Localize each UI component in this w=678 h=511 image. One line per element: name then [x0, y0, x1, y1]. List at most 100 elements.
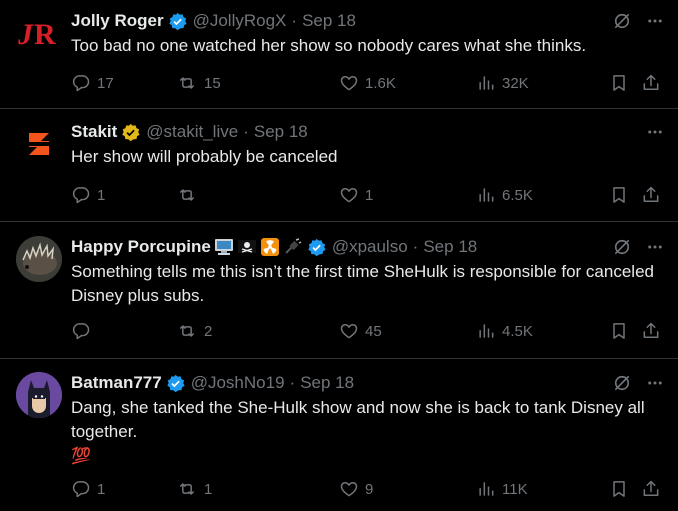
- display-name[interactable]: Happy Porcupine: [71, 237, 211, 257]
- views-icon: [479, 188, 494, 202]
- bookmark-button[interactable]: [609, 71, 629, 95]
- views-button[interactable]: 4.5K: [476, 319, 533, 343]
- heart-icon: [340, 188, 358, 203]
- bookmark-icon: [613, 323, 625, 339]
- handle[interactable]: @xpaulso: [332, 237, 408, 257]
- view-count: 6.5K: [502, 186, 533, 204]
- svg-text:R: R: [34, 18, 56, 51]
- share-button[interactable]: [641, 183, 661, 207]
- bookmark-button[interactable]: [609, 477, 629, 501]
- views-icon: [479, 76, 494, 90]
- batman-avatar-icon: [16, 372, 62, 418]
- verified-badge-icon: [307, 238, 326, 257]
- reply-icon: [72, 187, 90, 204]
- tweet-header: Batman777 @JoshNo19 · Sep 18: [71, 372, 354, 394]
- handle[interactable]: @JollyRogX: [193, 11, 287, 31]
- top-actions: [612, 372, 664, 394]
- grok-icon[interactable]: [612, 373, 632, 393]
- share-button[interactable]: [641, 477, 661, 501]
- avatar[interactable]: [16, 236, 62, 282]
- repost-count: 15: [204, 74, 221, 92]
- porcupine-avatar-icon: [16, 236, 62, 282]
- like-button[interactable]: 9: [339, 477, 373, 501]
- grok-icon[interactable]: [612, 11, 632, 31]
- timestamp[interactable]: Sep 18: [302, 11, 356, 31]
- more-icon[interactable]: [646, 374, 664, 392]
- verified-badge-icon: [166, 374, 185, 393]
- svg-text:J: J: [17, 18, 34, 51]
- reply-button[interactable]: [71, 319, 97, 343]
- timestamp[interactable]: Sep 18: [254, 122, 308, 142]
- separator-dot: ·: [289, 373, 296, 392]
- avatar[interactable]: [16, 121, 62, 167]
- action-bar: 2 45 4.5K: [71, 319, 664, 343]
- avatar[interactable]: [16, 372, 62, 418]
- more-icon[interactable]: [646, 12, 664, 30]
- pirate-flag-emoji-icon: [237, 238, 257, 256]
- top-actions: [612, 10, 664, 32]
- tweet[interactable]: J R Jolly Roger @JollyRogX · Sep 18 Too …: [0, 0, 678, 109]
- like-button[interactable]: 1: [339, 183, 373, 207]
- heart-icon: [340, 324, 358, 339]
- timestamp[interactable]: Sep 18: [300, 373, 354, 393]
- display-name[interactable]: Jolly Roger: [71, 11, 164, 31]
- grok-icon[interactable]: [612, 237, 632, 257]
- repost-button[interactable]: 15: [176, 71, 221, 95]
- bookmark-button[interactable]: [609, 183, 629, 207]
- tweet-text: Dang, she tanked the She-Hulk show and n…: [71, 398, 645, 441]
- display-name[interactable]: Stakit: [71, 122, 117, 142]
- reply-count: 17: [97, 74, 114, 92]
- repost-button[interactable]: [176, 183, 204, 207]
- jr-logo-icon: J R: [17, 18, 56, 51]
- more-icon[interactable]: [646, 123, 664, 141]
- tweet[interactable]: Stakit @stakit_live · Sep 18 Her show wi…: [0, 109, 678, 222]
- views-button[interactable]: 32K: [476, 71, 529, 95]
- repost-icon: [180, 189, 194, 201]
- share-icon: [643, 480, 659, 496]
- handle[interactable]: @JoshNo19: [191, 373, 285, 393]
- reply-icon: [72, 323, 90, 340]
- reply-button[interactable]: 17: [71, 71, 114, 95]
- tweet[interactable]: Happy Porcupine @xpaulso · Sep 18 Someth…: [0, 222, 678, 359]
- repost-button[interactable]: 2: [176, 319, 212, 343]
- action-bar: 1 1 6.5K: [71, 183, 664, 207]
- radioactive-emoji-icon: [260, 238, 280, 256]
- like-button[interactable]: 45: [339, 319, 382, 343]
- bookmark-button[interactable]: [609, 319, 629, 343]
- timestamp[interactable]: Sep 18: [423, 237, 477, 257]
- tweet[interactable]: Batman777 @JoshNo19 · Sep 18 Dang, she t…: [0, 359, 678, 511]
- avatar[interactable]: J R: [16, 10, 62, 56]
- like-count: 1: [365, 186, 374, 204]
- view-count: 11K: [502, 480, 528, 498]
- reply-count: 1: [97, 480, 106, 498]
- share-button[interactable]: [641, 71, 661, 95]
- tweet-header: Stakit @stakit_live · Sep 18: [71, 121, 308, 143]
- repost-button[interactable]: 1: [176, 477, 212, 501]
- top-actions: [646, 121, 664, 143]
- separator-dot: ·: [243, 122, 249, 141]
- reply-button[interactable]: 1: [71, 183, 105, 207]
- view-count: 4.5K: [502, 322, 533, 340]
- tweet-text: Something tells me this isn’t the first …: [71, 262, 654, 305]
- reply-feed: J R Jolly Roger @JollyRogX · Sep 18 Too …: [0, 0, 678, 511]
- reply-button[interactable]: 1: [71, 477, 105, 501]
- views-button[interactable]: 6.5K: [476, 183, 533, 207]
- share-icon: [643, 186, 659, 202]
- bookmark-icon: [613, 187, 625, 203]
- repost-count: 2: [204, 322, 213, 340]
- handle[interactable]: @stakit_live: [146, 122, 238, 142]
- reply-icon: [72, 481, 90, 498]
- bookmark-icon: [613, 481, 625, 497]
- views-button[interactable]: 11K: [476, 477, 528, 501]
- like-button[interactable]: 1.6K: [339, 71, 396, 95]
- hundred-points-emoji: 💯: [71, 446, 91, 465]
- repost-icon: [180, 77, 194, 89]
- share-icon: [643, 74, 659, 90]
- share-button[interactable]: [641, 319, 661, 343]
- tweet-text: Too bad no one watched her show so nobod…: [71, 36, 587, 55]
- action-bar: 17 15 1.6K 32K: [71, 71, 664, 95]
- heart-icon: [340, 482, 358, 497]
- more-icon[interactable]: [646, 238, 664, 256]
- display-name[interactable]: Batman777: [71, 373, 162, 393]
- reply-count: 1: [97, 186, 106, 204]
